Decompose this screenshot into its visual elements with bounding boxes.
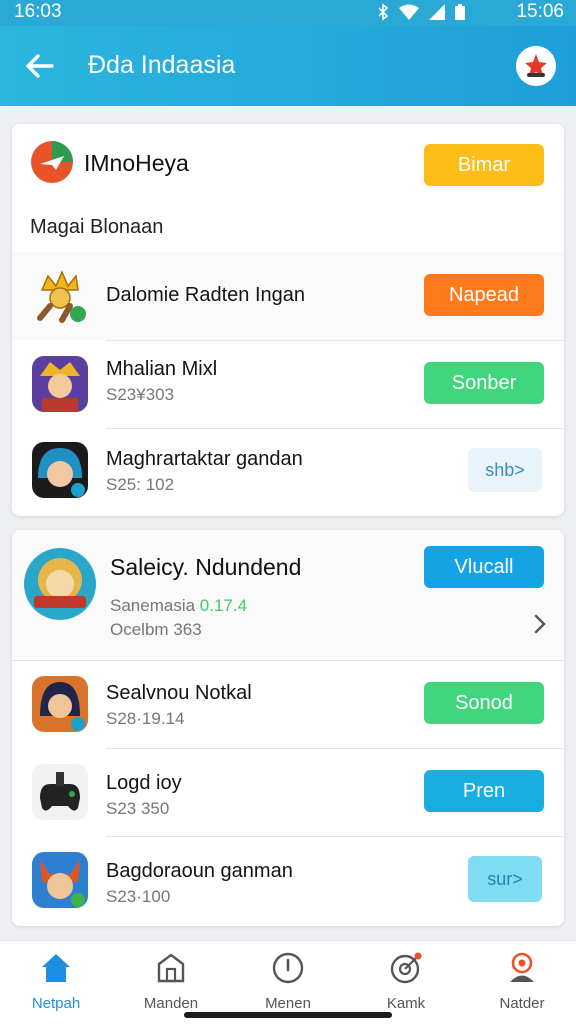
clock-icon	[272, 952, 304, 984]
back-arrow-icon[interactable]	[22, 48, 58, 84]
status-icons	[376, 3, 466, 21]
nav-label: Kamk	[386, 995, 426, 1012]
card-action-button[interactable]: Vlucall	[424, 546, 544, 588]
section-label: Magai Blonaan	[30, 216, 164, 238]
crown-character-icon	[37, 270, 86, 323]
list-item[interactable]: Bagdoraoun ganman S23·100 sur>	[12, 836, 564, 924]
item-title: Sealvnou Notkal	[106, 682, 252, 704]
item-more-button[interactable]: sur>	[468, 856, 542, 902]
item-title: Maghrartaktar gandan	[106, 448, 303, 470]
battery-icon	[455, 4, 465, 20]
item-title: Bagdoraoun ganman	[106, 860, 293, 882]
home-icon	[42, 954, 70, 982]
item-title: Logd ioy	[106, 772, 182, 794]
store-icon	[157, 953, 185, 983]
plane-logo-icon	[31, 141, 73, 183]
gamepad-icon	[32, 764, 88, 820]
app-bar: Ðda Indaasia	[0, 26, 576, 106]
card-subtitle: Sanemasia 0.17.4	[110, 596, 247, 616]
nav-label: Natder	[499, 995, 545, 1012]
bluetooth-icon	[378, 3, 389, 21]
home-indicator	[184, 1012, 392, 1018]
category-card-1: IMnoHeya Bimar Magai Blonaan Dalomie Rad…	[12, 124, 564, 516]
hooded-girl-thumbnail-icon	[32, 442, 88, 498]
page-title: Ðda Indaasia	[88, 51, 236, 79]
chevron-right-icon[interactable]	[532, 614, 548, 634]
card-title: IMnoHeya	[84, 150, 189, 176]
item-more-button[interactable]: shb>	[468, 448, 542, 492]
item-subtitle: S28·19.14	[106, 709, 185, 728]
item-subtitle: S23·100	[106, 887, 171, 906]
item-subtitle: S23¥303	[106, 385, 175, 404]
nav-label: Netpah	[31, 995, 81, 1012]
card-subtitle-2: Ocelbm 363	[110, 620, 202, 639]
item-action-button[interactable]: Sonber	[424, 362, 544, 404]
nav-item-clock[interactable]: Menen	[238, 951, 338, 1012]
item-action-button[interactable]: Sonod	[424, 682, 544, 724]
item-action-button[interactable]: Pren	[424, 770, 544, 812]
avatar-icon[interactable]	[516, 46, 556, 86]
nav-item-store[interactable]: Manden	[121, 951, 221, 1012]
item-title: Dalomie Radten Ingan	[106, 284, 306, 306]
wifi-icon	[399, 4, 419, 20]
category-card-2: Saleicy. Ndundend Vlucall Sanemasia 0.17…	[12, 530, 564, 926]
card-subtitle-label: Sanemasia	[110, 596, 196, 615]
list-item[interactable]: Dalomie Radten Ingan Napead	[12, 252, 564, 340]
card-subtitle-value: 0.17.4	[199, 596, 248, 615]
nav-item-profile[interactable]: Natder	[472, 951, 572, 1012]
warrior-thumbnail-icon	[32, 356, 88, 412]
signal-icon	[429, 4, 445, 20]
lion-game-logo-icon	[24, 548, 96, 620]
item-action-button[interactable]: Napead	[424, 274, 544, 316]
item-subtitle: S25: 102	[106, 475, 175, 494]
nav-item-target[interactable]: Kamk	[356, 951, 456, 1012]
list-item[interactable]: Maghrartaktar gandan S25: 102 shb>	[12, 428, 564, 516]
featured-header[interactable]: Saleicy. Ndundend Vlucall Sanemasia 0.17…	[12, 530, 564, 658]
card-action-button[interactable]: Bimar	[424, 144, 544, 186]
list-item[interactable]: Sealvnou Notkal S28·19.14 Sonod	[12, 660, 564, 748]
nav-item-home[interactable]: Netpah	[6, 951, 106, 1012]
list-item[interactable]: Logd ioy S23 350 Pren	[12, 748, 564, 836]
list-item[interactable]: Mhalian Mixl S23¥303 Sonber	[12, 340, 564, 428]
item-subtitle: S23 350	[106, 799, 170, 818]
card-title: Saleicy. Ndundend	[110, 554, 302, 580]
nav-label: Menen	[265, 995, 311, 1012]
fox-character-thumbnail-icon	[32, 852, 88, 908]
heroine-thumbnail-icon	[32, 676, 88, 732]
status-time-right: 15:06	[516, 1, 564, 22]
status-time-left: 16:03	[14, 1, 62, 22]
status-bar: 16:03 15:06	[0, 0, 576, 26]
target-icon	[390, 952, 422, 984]
nav-label: Manden	[143, 995, 199, 1012]
item-title: Mhalian Mixl	[106, 358, 218, 380]
profile-icon	[510, 952, 534, 982]
